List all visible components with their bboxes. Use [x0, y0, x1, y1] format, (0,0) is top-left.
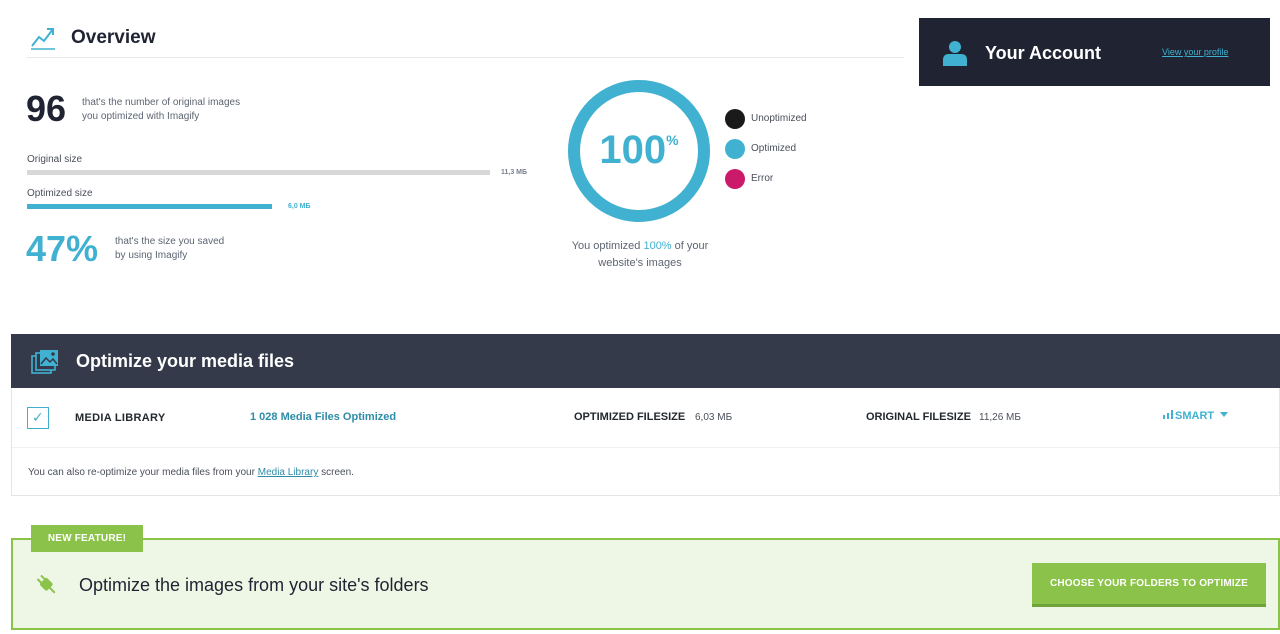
saved-description: that's the size you saved by using Imagi…: [115, 235, 265, 263]
media-note-prefix: You can also re-optimize your media file…: [28, 467, 255, 478]
legend-dot-error: [725, 169, 745, 189]
caption-prefix: You optimized: [571, 240, 641, 252]
optimized-filesize-label: OPTIMIZED FILESIZE: [574, 411, 686, 423]
media-library-link[interactable]: Media Library: [258, 467, 319, 478]
new-feature-badge-label: NEW FEATURE!: [47, 533, 127, 544]
donut-percent-label: 100%: [566, 128, 712, 173]
original-filesize-value: 11,26 МБ: [979, 412, 1021, 423]
media-note: You can also re-optimize your media file…: [28, 467, 354, 478]
donut-value: 100: [599, 128, 667, 172]
media-library-checkbox[interactable]: ✓: [27, 407, 49, 429]
images-count: 96: [26, 88, 67, 129]
original-size-value: 11,3 МБ: [501, 169, 528, 176]
donut-caption-line2: website's images: [598, 257, 682, 269]
media-section-header: Optimize your media files: [11, 334, 1280, 388]
saved-desc-line1: that's the size you saved: [115, 236, 225, 247]
caption-suffix: of your: [674, 240, 709, 252]
optimized-size-bar-fill: [27, 204, 273, 209]
donut-caption: You optimized 100% of your website's ima…: [555, 238, 725, 272]
choose-folders-button[interactable]: CHOOSE YOUR FOLDERS TO OPTIMIZE: [1032, 563, 1266, 607]
legend-label-error: Error: [751, 173, 774, 184]
media-section-title: Optimize your media files: [76, 351, 295, 371]
donut-unit: %: [666, 132, 679, 148]
optimized-filesize-value: 6,03 МБ: [695, 412, 733, 423]
legend-label-unoptimized: Unoptimized: [751, 113, 807, 124]
feature-title: Optimize the images from your site's fol…: [79, 575, 429, 595]
signal-bars-icon: [1163, 410, 1173, 419]
overview-header: Overview: [26, 18, 904, 58]
saved-desc-line2: by using Imagify: [115, 250, 188, 261]
saved-percent: 47%: [26, 228, 99, 269]
caption-highlight: 100%: [643, 240, 672, 252]
caret-down-icon: [1220, 412, 1229, 417]
new-feature-badge: NEW FEATURE!: [31, 525, 143, 552]
new-feature-panel: Optimize the images from your site's fol…: [11, 538, 1280, 630]
account-title: Your Account: [985, 43, 1101, 63]
media-section-body: ✓ MEDIA LIBRARY 1 028 Media Files Optimi…: [11, 388, 1280, 496]
legend-label-optimized: Optimized: [751, 143, 797, 154]
images-desc-line1: that's the number of original images: [82, 97, 241, 108]
media-files-optimized-count: 1 028 Media Files Optimized: [250, 411, 397, 423]
choose-folders-button-label: CHOOSE YOUR FOLDERS TO OPTIMIZE: [1049, 578, 1249, 589]
original-filesize-label: ORIGINAL FILESIZE: [866, 411, 971, 423]
media-library-label: MEDIA LIBRARY: [75, 412, 166, 424]
original-size-label: Original size: [27, 154, 83, 165]
donut-caption-line1: You optimized 100% of your: [555, 238, 725, 255]
images-count-description: that's the number of original images you…: [82, 96, 282, 124]
plug-icon: [36, 574, 56, 594]
checkmark-icon: ✓: [32, 409, 44, 425]
legend-dot-optimized: [725, 139, 745, 159]
optimized-size-label: Optimized size: [27, 188, 93, 199]
account-panel: Your Account View your profile: [919, 18, 1270, 86]
optimization-level-value: SMART: [1175, 410, 1215, 422]
images-desc-line2: you optimized with Imagify: [82, 111, 200, 122]
overview-title: Overview: [71, 27, 156, 48]
images-stack-icon: [31, 350, 58, 374]
optimized-size-value: 6,0 МБ: [288, 203, 311, 210]
media-note-suffix: screen.: [321, 467, 354, 478]
optimized-size-bar: [27, 204, 490, 209]
media-library-row: ✓ MEDIA LIBRARY 1 028 Media Files Optimi…: [12, 388, 1279, 448]
original-size-bar: [27, 170, 490, 175]
user-icon: [943, 41, 967, 66]
optimization-level-dropdown[interactable]: SMART: [1163, 410, 1229, 422]
chart-line-icon: [31, 28, 55, 50]
view-profile-link[interactable]: View your profile: [1162, 47, 1228, 57]
legend-dot-unoptimized: [725, 109, 745, 129]
